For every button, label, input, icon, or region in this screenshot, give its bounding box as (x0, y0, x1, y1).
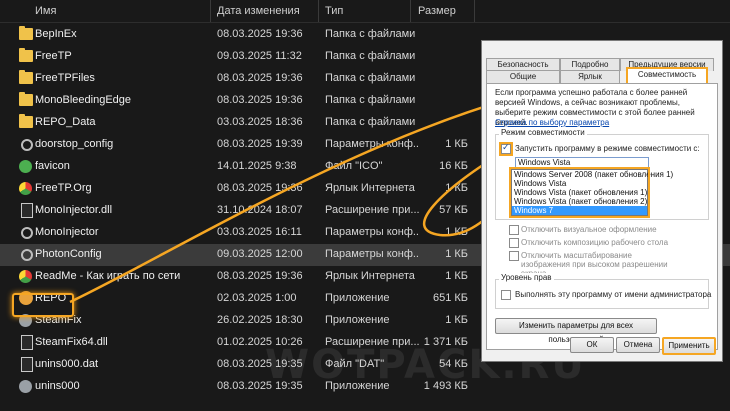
desktop-composition-checkbox[interactable] (509, 238, 519, 248)
compat-checkbox-label: Запустить программу в режиме совместимос… (515, 144, 700, 153)
visual-style-label: Отключить визуальное оформление (521, 225, 657, 234)
dpi-scaling-checkbox[interactable] (509, 251, 519, 261)
apply-button[interactable]: Применить (662, 337, 716, 355)
compat-option[interactable]: Windows Vista (пакет обновления 1) (512, 188, 647, 197)
admin-checkbox-label: Выполнять эту программу от имени админис… (515, 290, 712, 299)
admin-checkbox[interactable] (501, 290, 511, 300)
compat-option-selected[interactable]: Windows 7 (512, 206, 647, 215)
compat-panel: Если программа успешно работала с более … (486, 83, 718, 350)
visual-style-checkbox[interactable] (509, 225, 519, 235)
tab-row-2: Общие Ярлык Совместимость (486, 67, 716, 86)
compat-dropdown-list: Windows Server 2008 (пакет обновления 1)… (509, 167, 673, 218)
compat-dropdown[interactable]: Windows Vista (515, 157, 649, 169)
cancel-button[interactable]: Отмена (616, 337, 660, 353)
tab-shortcut[interactable]: Ярлык (560, 70, 620, 83)
help-link[interactable]: Справка по выбору параметра (495, 118, 609, 127)
compat-group-title: Режим совместимости (499, 128, 587, 137)
rights-group-title: Уровень прав (499, 273, 554, 282)
compat-checkbox[interactable] (499, 142, 513, 156)
compat-option[interactable]: Windows Vista (512, 179, 647, 188)
ok-button[interactable]: ОК (570, 337, 614, 353)
all-users-button[interactable]: Изменить параметры для всех пользователе… (495, 318, 657, 344)
tab-general[interactable]: Общие (486, 70, 560, 83)
compat-option[interactable]: Windows Vista (пакет обновления 2) (512, 197, 647, 206)
desktop-composition-label: Отключить композицию рабочего стола (521, 238, 669, 247)
properties-dialog: Безопасность Подробно Предыдущие версии … (481, 40, 723, 362)
compat-option[interactable]: Windows Server 2008 (пакет обновления 1) (512, 170, 673, 179)
